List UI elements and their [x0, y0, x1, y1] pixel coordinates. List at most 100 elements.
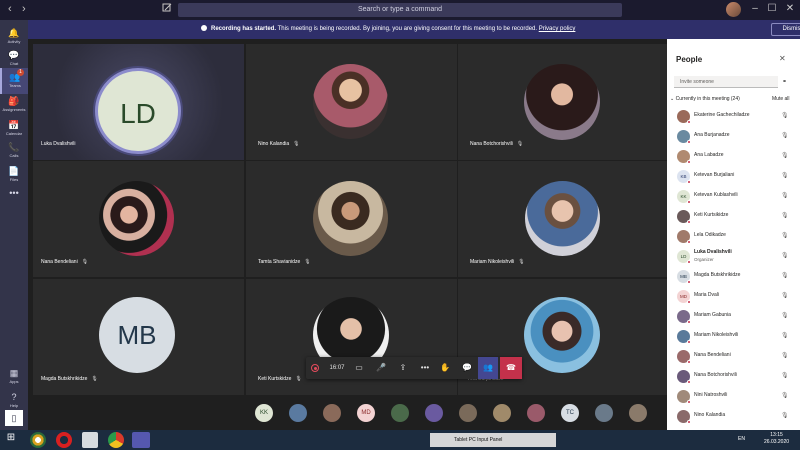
user-avatar[interactable] [726, 2, 741, 17]
participant-row[interactable]: LD Luka Dvalishvili Organizer 🎙 [667, 247, 800, 267]
participant-row[interactable]: Ekaterine Gachechiladze 🎙 [667, 107, 800, 127]
search-input[interactable]: Search or type a command [178, 3, 622, 17]
compose-icon[interactable] [162, 3, 172, 16]
mic-off-icon: 🎙 [304, 259, 311, 265]
mic-off-icon[interactable]: 🎙 [781, 132, 789, 139]
tablet-input-panel[interactable]: Tablet PC Input Panel [430, 433, 556, 447]
rail-label: Apps [9, 379, 19, 384]
mic-off-icon[interactable]: 🎙 [781, 252, 789, 259]
chrome-icon[interactable] [108, 432, 124, 448]
current-participants-label[interactable]: ⌄ Currently in this meeting (24) [670, 96, 740, 102]
opera-icon[interactable] [56, 432, 72, 448]
chrome-canary-icon[interactable] [30, 432, 46, 448]
maximize-icon[interactable]: ☐ [765, 3, 779, 14]
mic-off-icon[interactable]: 🎙 [781, 112, 789, 119]
more-icon: ••• [9, 188, 19, 198]
strip-avatar[interactable] [459, 404, 477, 422]
close-icon[interactable]: ✕ [779, 54, 786, 63]
mic-off-icon[interactable]: 🎙 [781, 352, 789, 359]
mic-off-icon[interactable]: 🎙 [781, 372, 789, 379]
participants-icon[interactable]: 👥 [478, 357, 498, 379]
participant-row[interactable]: Nana Bendeliani 🎙 [667, 347, 800, 367]
invite-input[interactable]: Invite someone [674, 76, 778, 88]
raise-hand-icon[interactable]: ✋ [436, 357, 454, 379]
strip-avatar[interactable] [323, 404, 341, 422]
presence-status-icon [687, 360, 691, 364]
hang-up-icon[interactable]: ☎ [500, 357, 522, 379]
device-button[interactable]: ▯ [5, 410, 23, 426]
mute-all-button[interactable]: Mute all [772, 96, 790, 102]
participant-row[interactable]: Nino Kalandia 🎙 [667, 407, 800, 427]
document-icon[interactable] [82, 432, 98, 448]
rail-item-teams[interactable]: 👥 Teams 1 [0, 68, 28, 94]
rail-item-apps[interactable]: ▦ Apps [0, 364, 28, 390]
mic-off-icon[interactable]: 🎙 [781, 192, 789, 199]
back-icon[interactable]: ‹ [8, 3, 12, 15]
mic-off-icon[interactable]: 🎙 [781, 392, 789, 399]
participant-row[interactable]: Nana Botchorishvili 🎙 [667, 367, 800, 387]
rail-item-assignments[interactable]: 🎒 Assignments [0, 92, 28, 118]
participant-name: Ketevan Kublashvili [694, 192, 738, 198]
microphone-icon[interactable]: 🎤 [372, 357, 390, 379]
teams-app-icon[interactable] [132, 432, 150, 448]
rail-item-calls[interactable]: 📞 Calls [0, 138, 28, 164]
strip-avatar[interactable] [629, 404, 647, 422]
participant-row[interactable]: Keti Kurtsikidze 🎙 [667, 207, 800, 227]
rail-label: Assignments [2, 107, 26, 112]
teams-window: ‹ › Search or type a command – ☐ ✕ 🔔 Acti… [0, 0, 800, 450]
camera-icon[interactable]: ▭ [350, 357, 368, 379]
avatar [677, 150, 691, 164]
mic-off-icon[interactable]: 🎙 [781, 172, 789, 179]
start-icon[interactable]: ⊞ [4, 432, 18, 446]
participant-row[interactable]: MD Maria Dvali 🎙 [667, 287, 800, 307]
mic-off-icon[interactable]: 🎙 [781, 292, 789, 299]
strip-avatar[interactable]: MD [357, 404, 375, 422]
participant-row[interactable]: Ana Labadze 🎙 [667, 147, 800, 167]
mic-off-icon[interactable]: 🎙 [781, 232, 789, 239]
minimize-icon[interactable]: – [748, 3, 762, 14]
strip-avatar[interactable] [595, 404, 613, 422]
title-bar: ‹ › Search or type a command – ☐ ✕ [0, 0, 800, 20]
strip-avatar[interactable] [527, 404, 545, 422]
mic-off-icon[interactable]: 🎙 [781, 332, 789, 339]
share-screen-icon[interactable]: ⇪ [394, 357, 412, 379]
more-actions-icon[interactable]: ••• [416, 357, 434, 379]
strip-avatar[interactable]: TC [561, 404, 579, 422]
participant-row[interactable]: Mariam Nikoleishvili 🎙 [667, 327, 800, 347]
participant-row[interactable]: KK Ketevan Kublashvili 🎙 [667, 187, 800, 207]
name-text: Nana Bendeliani [41, 259, 78, 265]
language-indicator[interactable]: EN [738, 436, 745, 442]
name-text: Tamta Shavianidze [258, 259, 301, 265]
presence-status-icon [687, 280, 691, 284]
participant-row[interactable]: Mariam Gabunia 🎙 [667, 307, 800, 327]
close-icon[interactable]: ✕ [783, 3, 797, 14]
share-link-icon[interactable]: ⚭ [782, 78, 787, 85]
mic-off-icon: 🎙 [516, 141, 524, 147]
participant-row[interactable]: Ana Burjanadze 🎙 [667, 127, 800, 147]
panel-title: People [676, 55, 703, 64]
mic-off-icon[interactable]: 🎙 [781, 412, 789, 419]
participant-row[interactable]: Nini Natroshvili 🎙 [667, 387, 800, 407]
privacy-policy-link[interactable]: Privacy policy [539, 26, 576, 32]
chat-icon[interactable]: 💬 [458, 357, 476, 379]
strip-avatar[interactable] [289, 404, 307, 422]
participant-name: Tamta Shavianidze 🎙 [258, 259, 311, 265]
mic-off-icon[interactable]: 🎙 [781, 312, 789, 319]
dismiss-button[interactable]: Dismiss [771, 23, 800, 36]
mic-off-icon[interactable]: 🎙 [781, 272, 789, 279]
participant-row[interactable]: MB Magda Butskhrikidze 🎙 [667, 267, 800, 287]
clock[interactable]: 13:15 26.03.2020 [764, 432, 789, 446]
participant-row[interactable]: Lela Odikadze 🎙 [667, 227, 800, 247]
mic-off-icon[interactable]: 🎙 [781, 212, 789, 219]
forward-icon[interactable]: › [22, 3, 26, 15]
rail-item-more[interactable]: ••• [0, 184, 28, 210]
strip-avatar[interactable] [391, 404, 409, 422]
name-text: Magda Butskhrikidze [41, 376, 88, 382]
strip-avatar[interactable] [425, 404, 443, 422]
strip-avatar[interactable] [493, 404, 511, 422]
participant-row[interactable]: KB Ketevan Burjaliani 🎙 [667, 167, 800, 187]
strip-avatar[interactable]: KK [255, 404, 273, 422]
participant-name: Luka Dvalishvili [41, 141, 75, 147]
rail-label: Calls [9, 153, 19, 158]
mic-off-icon[interactable]: 🎙 [781, 152, 789, 159]
